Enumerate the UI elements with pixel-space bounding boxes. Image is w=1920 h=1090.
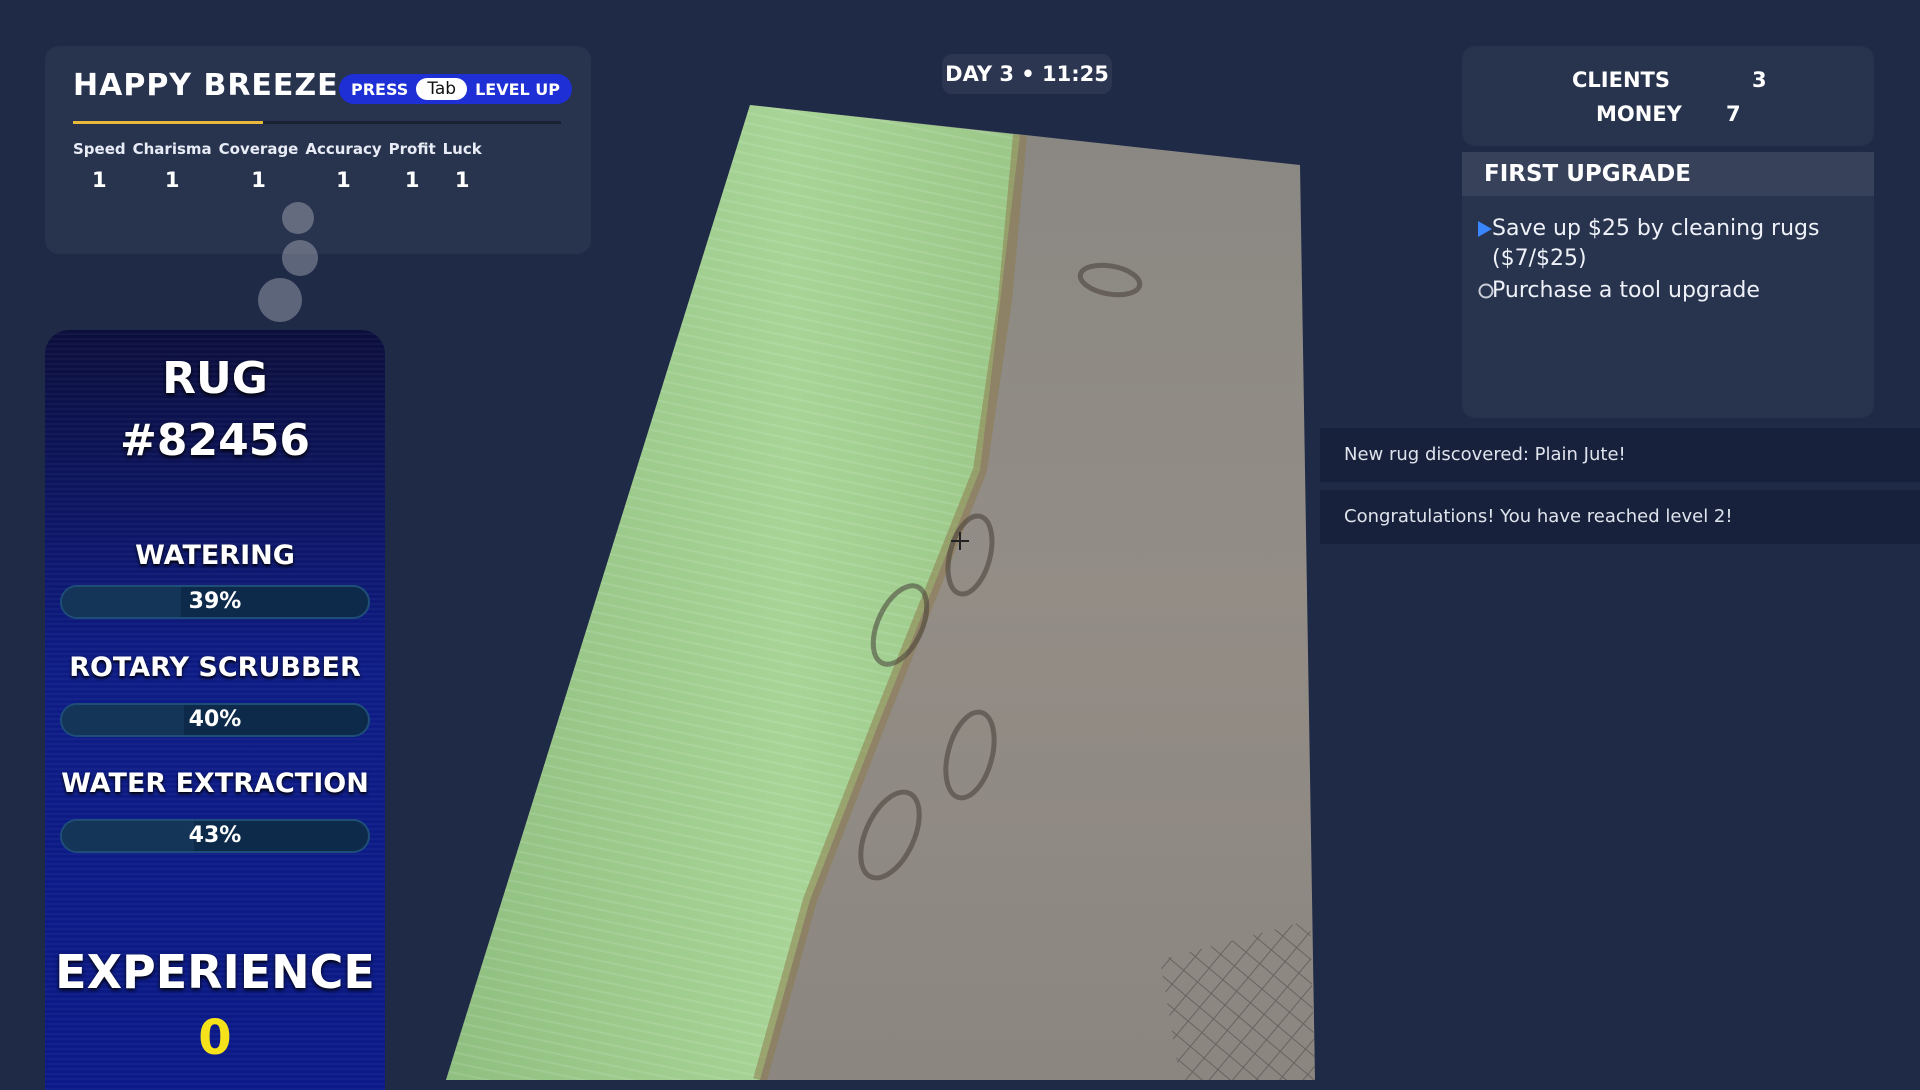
stat-label: Accuracy <box>305 140 382 158</box>
stat-speed: Speed 1 <box>73 140 126 192</box>
tool-progress-bar: 40% <box>60 703 370 737</box>
stat-label: Coverage <box>218 140 299 158</box>
empty-circle-icon <box>1478 283 1494 299</box>
money-value: 7 <box>1726 102 1741 126</box>
level-up-button[interactable]: PRESS Tab LEVEL UP <box>339 74 573 104</box>
player-panel: HAPPY BREEZE PRESS Tab LEVEL UP Speed 1 … <box>45 46 591 254</box>
stat-value: 1 <box>336 168 351 192</box>
tool-watering: WATERING 39% <box>45 540 385 619</box>
notification-level-up: Congratulations! You have reached level … <box>1320 490 1920 544</box>
tool-progress-bar: 39% <box>60 585 370 619</box>
tool-progress-bar: 43% <box>60 819 370 853</box>
player-name: HAPPY BREEZE <box>73 68 339 103</box>
stat-label: Charisma <box>132 140 212 158</box>
stat-luck: Luck 1 <box>443 140 482 192</box>
stat-accuracy: Accuracy 1 <box>305 140 381 192</box>
quest-title: FIRST UPGRADE <box>1462 152 1874 196</box>
stat-coverage: Coverage 1 <box>219 140 299 192</box>
play-arrow-icon <box>1478 221 1492 237</box>
stat-value: 1 <box>454 168 470 192</box>
experience-value: 0 <box>198 1010 232 1066</box>
tool-progress-text: 39% <box>188 589 242 614</box>
day-time-display: DAY 3 • 11:25 <box>942 54 1112 94</box>
quest-item-text: Save up $25 by cleaning rugs ($7/$25) <box>1492 216 1820 271</box>
stat-label: Speed <box>73 140 126 158</box>
quest-panel: FIRST UPGRADE Save up $25 by cleaning ru… <box>1462 152 1874 418</box>
quest-item-pending: Purchase a tool upgrade <box>1478 276 1862 306</box>
rug-id: #82456 <box>120 415 310 466</box>
stats-row: Speed 1 Charisma 1 Coverage 1 Accuracy 1… <box>73 140 482 192</box>
stat-label: Luck <box>442 140 482 158</box>
stat-value: 1 <box>164 168 180 192</box>
clients-counter: CLIENTS 3 <box>1572 68 1767 92</box>
money-label: MONEY <box>1596 102 1682 126</box>
quest-item-text: Purchase a tool upgrade <box>1492 278 1760 303</box>
rug-title: RUG #82456 <box>45 348 385 472</box>
stat-label: Profit <box>388 140 436 158</box>
stat-charisma: Charisma 1 <box>133 140 212 192</box>
notification-rug-discovered: New rug discovered: Plain Jute! <box>1320 428 1920 482</box>
level-up-label: LEVEL UP <box>475 79 561 99</box>
clients-value: 3 <box>1752 68 1767 92</box>
counters-panel: CLIENTS 3 MONEY 7 <box>1462 46 1874 146</box>
tab-key-icon: Tab <box>416 78 468 100</box>
tool-water-extraction: WATER EXTRACTION 43% <box>45 768 385 853</box>
xp-progress-bar <box>73 121 561 124</box>
stat-value: 1 <box>404 168 420 192</box>
xp-progress-fill <box>73 121 264 124</box>
rug-title-label: RUG <box>162 353 268 404</box>
tool-progress-text: 43% <box>188 823 242 848</box>
experience-label: EXPERIENCE <box>55 945 375 999</box>
stat-value: 1 <box>251 168 266 192</box>
clients-label: CLIENTS <box>1572 68 1670 92</box>
tool-rotary-scrubber: ROTARY SCRUBBER 40% <box>45 652 385 737</box>
stat-profit: Profit 1 <box>389 140 436 192</box>
press-label: PRESS <box>351 79 409 99</box>
money-counter: MONEY 7 <box>1596 102 1741 126</box>
tool-progress-text: 40% <box>188 707 242 732</box>
quest-item-active: Save up $25 by cleaning rugs ($7/$25) <box>1478 214 1862 274</box>
stat-value: 1 <box>92 168 107 192</box>
tool-name: WATER EXTRACTION <box>61 768 369 799</box>
tool-name: WATERING <box>135 540 295 571</box>
rug-panel: RUG #82456 WATERING 39% ROTARY SCRUBBER … <box>45 330 385 1090</box>
tool-name: ROTARY SCRUBBER <box>69 652 361 683</box>
